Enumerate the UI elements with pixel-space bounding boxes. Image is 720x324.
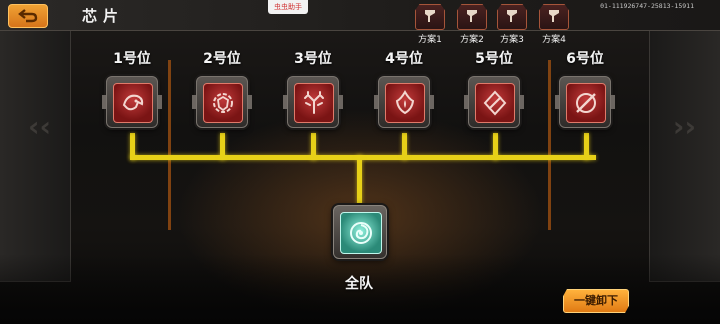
chevron-left-deco-icon: ‹‹ — [28, 110, 52, 143]
chip-slot-4[interactable]: 4号位 — [374, 50, 434, 128]
connector-slot-1 — [130, 133, 135, 160]
connector-horizontal — [130, 155, 596, 160]
team-label: 全队 — [345, 276, 373, 292]
assist-badge: 虫虫助手 — [268, 0, 308, 14]
connector-team — [357, 155, 362, 207]
chip-slot-2[interactable]: 2号位 — [192, 50, 252, 128]
connector-slot-3 — [311, 133, 316, 160]
slot-label: 6号位 — [566, 51, 604, 67]
plan-4-icon — [539, 4, 569, 30]
wolf-emblem-icon — [113, 83, 153, 123]
slot-frame[interactable] — [192, 76, 252, 128]
plan-label: 方案3 — [500, 35, 524, 45]
slot-frame[interactable] — [283, 76, 343, 128]
plan-label: 方案1 — [418, 35, 442, 45]
flame-emblem-icon — [385, 83, 425, 123]
connector-slot-2 — [220, 133, 225, 160]
slot-frame[interactable] — [555, 76, 615, 128]
slash-circle-icon — [566, 83, 606, 123]
chevron-right-deco-icon: ›› — [672, 110, 696, 143]
back-button[interactable] — [8, 4, 48, 28]
plan-label: 方案2 — [460, 35, 484, 45]
diamond-emblem-icon — [475, 83, 515, 123]
slot-frame[interactable] — [374, 76, 434, 128]
page-title: 芯片 — [82, 7, 125, 25]
slot-label: 5号位 — [475, 51, 513, 67]
connector-slot-5 — [493, 133, 498, 160]
plan-tab-1[interactable]: 方案1 — [412, 4, 448, 45]
chip-slot-5[interactable]: 5号位 — [464, 50, 524, 128]
plan-3-icon — [497, 4, 527, 30]
chip-slot-6[interactable]: 6号位 — [555, 50, 615, 128]
slot-label: 1号位 — [113, 51, 151, 67]
team-chip-slot[interactable] — [333, 205, 387, 259]
right-wall-panel — [649, 30, 720, 282]
antler-emblem-icon — [294, 83, 334, 123]
chip-slot-1[interactable]: 1号位 — [102, 50, 162, 128]
plan-2-icon — [457, 4, 487, 30]
left-wall-panel — [0, 30, 71, 282]
slot-frame[interactable] — [102, 76, 162, 128]
slot-label: 2号位 — [203, 51, 241, 67]
plan-tab-4[interactable]: 方案4 — [536, 4, 572, 45]
back-arrow-icon — [18, 9, 38, 23]
top-bar: 芯片 虫虫助手 01-111926747-25813-15911 — [0, 0, 720, 31]
plan-label: 方案4 — [542, 35, 566, 45]
light-strip — [548, 60, 551, 230]
slot-label: 3号位 — [294, 51, 332, 67]
chip-slot-3[interactable]: 3号位 — [283, 50, 343, 128]
plan-1-icon — [415, 4, 445, 30]
unload-all-button[interactable]: 一键卸下 — [563, 289, 629, 313]
connector-slot-4 — [402, 133, 407, 160]
light-strip — [168, 60, 171, 230]
slot-frame[interactable] — [464, 76, 524, 128]
connector-slot-6 — [584, 133, 589, 160]
gear-shield-icon — [203, 83, 243, 123]
slot-label: 4号位 — [385, 51, 423, 67]
plan-tab-3[interactable]: 方案3 — [494, 4, 530, 45]
swirl-chip-icon — [340, 212, 382, 254]
device-id-text: 01-111926747-25813-15911 — [600, 2, 694, 10]
plan-tab-2[interactable]: 方案2 — [454, 4, 490, 45]
